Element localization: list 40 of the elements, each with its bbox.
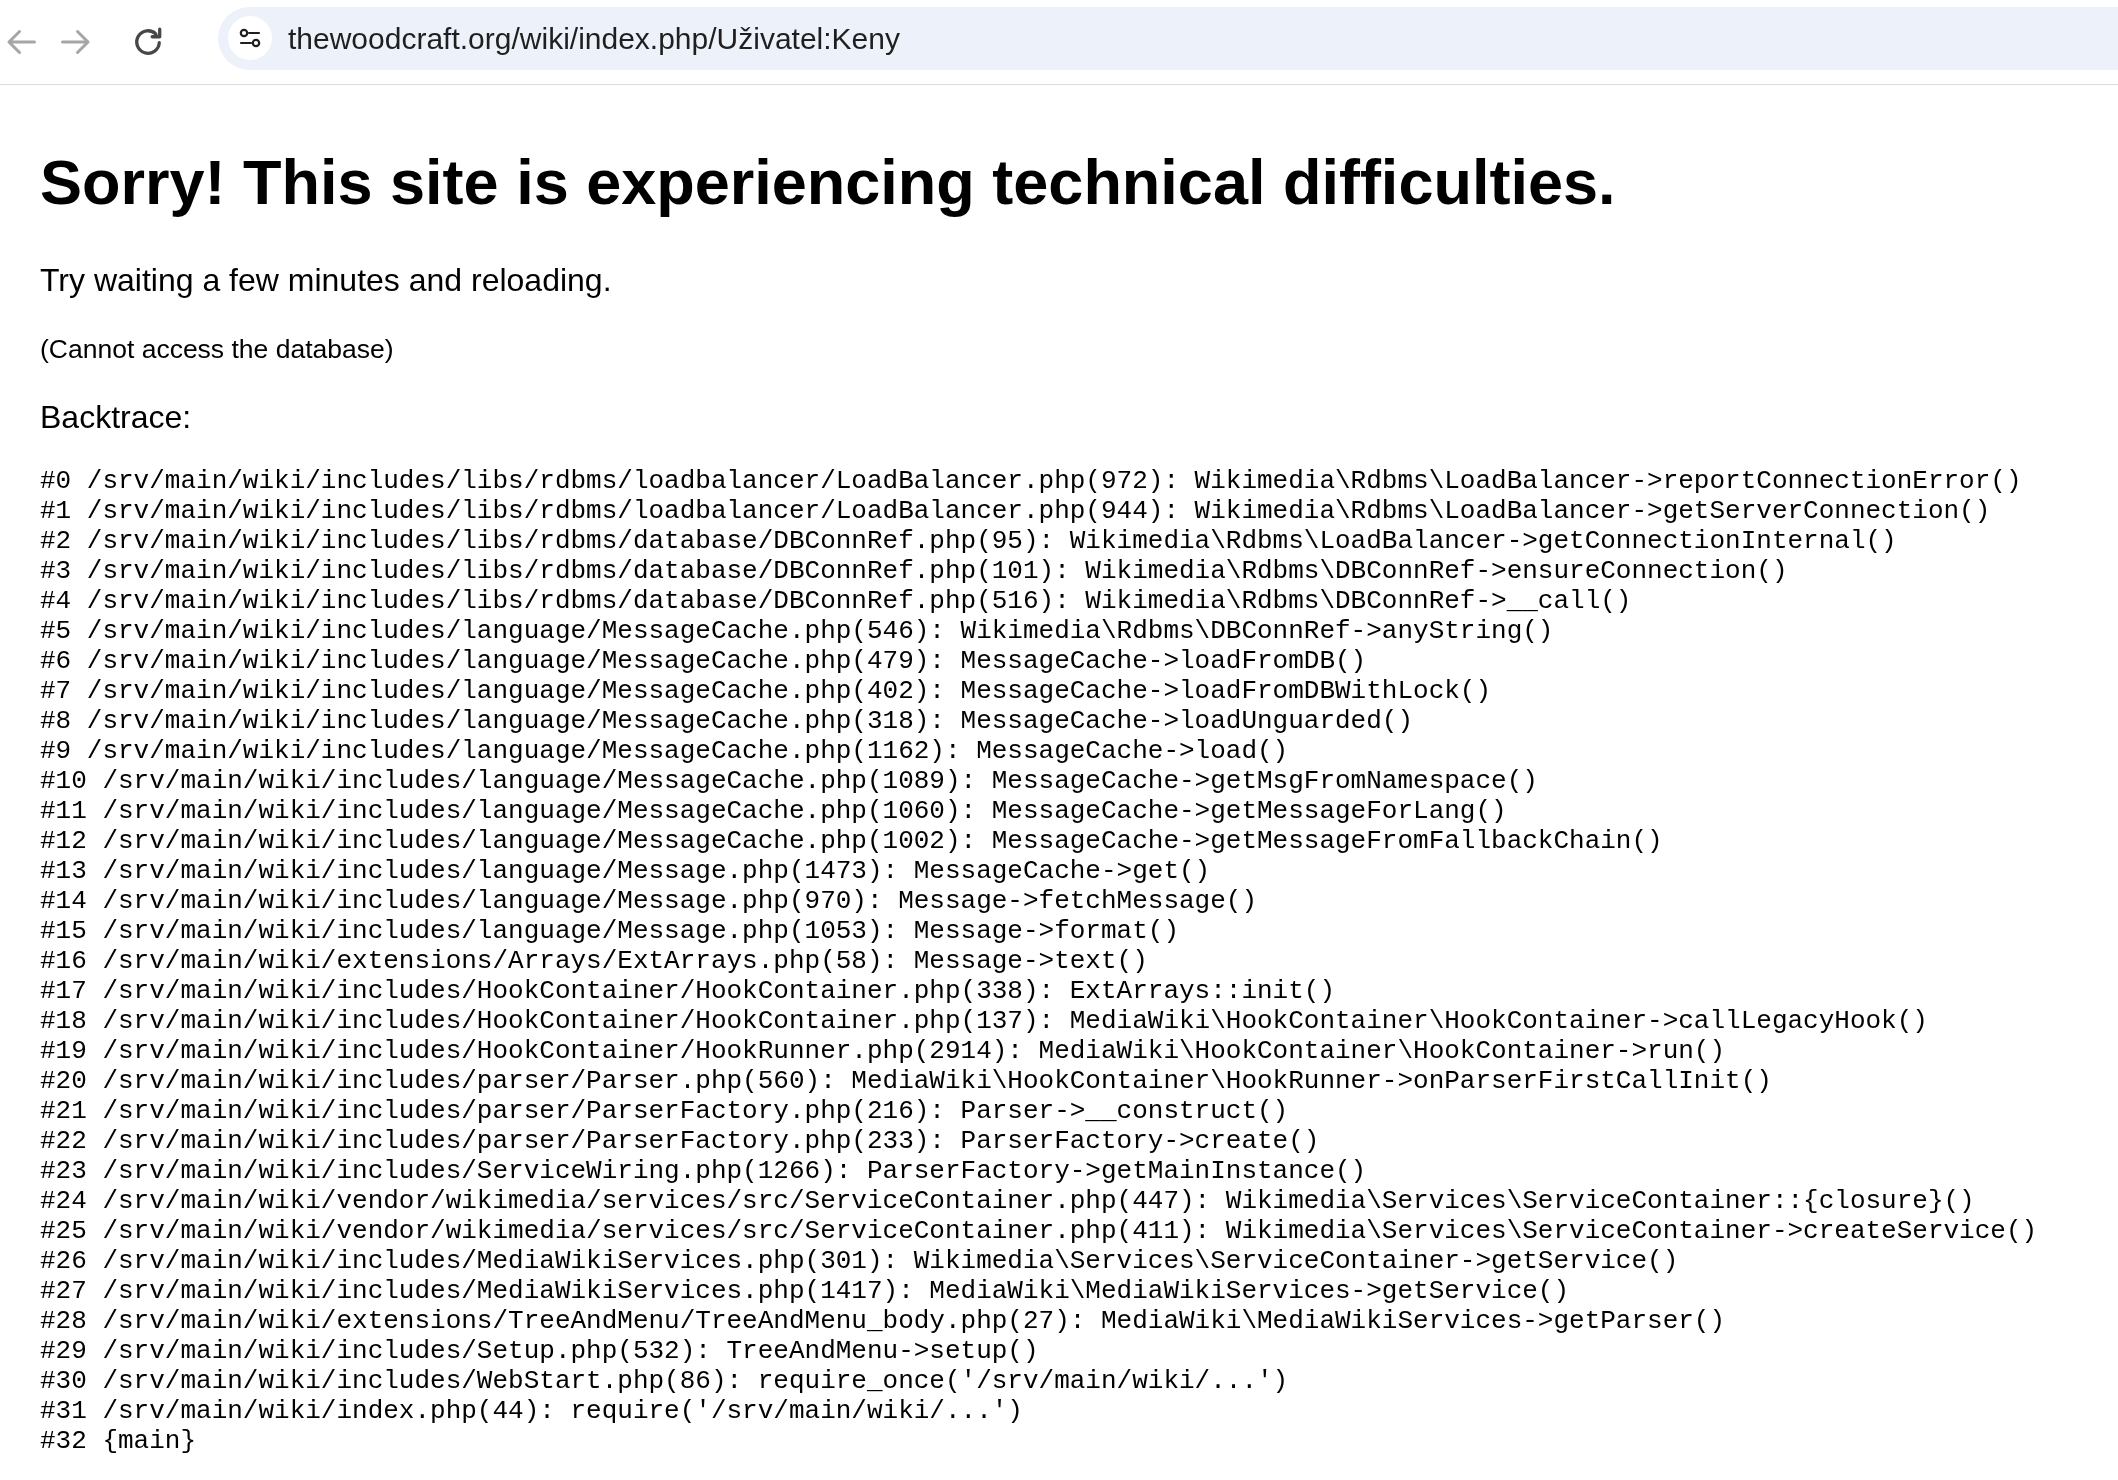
backtrace-line: #7 /srv/main/wiki/includes/language/MessageCache.php(402): MessageCache->loadFromDBWithLock()	[40, 676, 1492, 707]
backtrace-line: #2 /srv/main/wiki/includes/libs/rdbms/database/DBConnRef.php(95): Wikimedia\Rdbms\LoadBalancer->getConnectionInternal()	[40, 526, 1897, 557]
error-detail: (Cannot access the database)	[40, 334, 394, 366]
backtrace-line: #14 /srv/main/wiki/includes/language/Message.php(970): Message->fetchMessage()	[40, 886, 1257, 917]
backtrace-line: #18 /srv/main/wiki/includes/HookContainer/HookContainer.php(137): MediaWiki\HookContainer\HookContainer->callLegacyHook()	[40, 1006, 1928, 1037]
backtrace-line: #4 /srv/main/wiki/includes/libs/rdbms/database/DBConnRef.php(516): Wikimedia\Rdbms\DBConnRef->__call()	[40, 586, 1632, 617]
backtrace-line: #26 /srv/main/wiki/includes/MediaWikiServices.php(301): Wikimedia\Services\ServiceContainer->getService()	[40, 1246, 1679, 1277]
backtrace-line: #5 /srv/main/wiki/includes/language/MessageCache.php(546): Wikimedia\Rdbms\DBConnRef->anyString()	[40, 616, 1554, 647]
backtrace-line: #30 /srv/main/wiki/includes/WebStart.php(86): require_once('/srv/main/wiki/...')	[40, 1366, 1289, 1397]
backtrace-line: #10 /srv/main/wiki/includes/language/MessageCache.php(1089): MessageCache->getMsgFromNamespace()	[40, 766, 1538, 797]
backtrace-line: #8 /srv/main/wiki/includes/language/MessageCache.php(318): MessageCache->loadUnguarded()	[40, 706, 1414, 737]
backtrace-line: #12 /srv/main/wiki/includes/language/MessageCache.php(1002): MessageCache->getMessageFromFallbackChain()	[40, 826, 1663, 857]
backtrace-line: #28 /srv/main/wiki/extensions/TreeAndMenu/TreeAndMenu_body.php(27): MediaWiki\MediaWikiServices->getParser()	[40, 1306, 1726, 1337]
backtrace-line: #19 /srv/main/wiki/includes/HookContainer/HookRunner.php(2914): MediaWiki\HookContainer\HookContainer->run()	[40, 1036, 1726, 1067]
backtrace-line: #21 /srv/main/wiki/includes/parser/ParserFactory.php(216): Parser->__construct()	[40, 1096, 1289, 1127]
address-bar[interactable]: thewoodcraft.org/wiki/index.php/Uživatel:Keny	[218, 6, 2118, 70]
site-settings-icon[interactable]	[228, 16, 272, 60]
backtrace-line: #11 /srv/main/wiki/includes/language/MessageCache.php(1060): MessageCache->getMessageForLang()	[40, 796, 1507, 827]
backtrace-line: #24 /srv/main/wiki/vendor/wikimedia/services/src/ServiceContainer.php(447): Wikimedia\Services\ServiceContainer::{closure}()	[40, 1186, 1975, 1217]
backtrace-line: #16 /srv/main/wiki/extensions/Arrays/ExtArrays.php(58): Message->text()	[40, 946, 1148, 977]
backtrace-line: #15 /srv/main/wiki/includes/language/Message.php(1053): Message->format()	[40, 916, 1179, 947]
backtrace-heading: Backtrace:	[40, 397, 192, 437]
backtrace-line: #20 /srv/main/wiki/includes/parser/Parser.php(560): MediaWiki\HookContainer\HookRunner->onParserFirstCallInit()	[40, 1066, 1772, 1097]
backtrace-line: #0 /srv/main/wiki/includes/libs/rdbms/loadbalancer/LoadBalancer.php(972): Wikimedia\Rdbms\LoadBalancer->reportConnectionError()	[40, 466, 2022, 497]
backtrace-line: #9 /srv/main/wiki/includes/language/MessageCache.php(1162): MessageCache->load()	[40, 736, 1289, 767]
backtrace-line: #29 /srv/main/wiki/includes/Setup.php(532): TreeAndMenu->setup()	[40, 1336, 1039, 1367]
backtrace-line: #23 /srv/main/wiki/includes/ServiceWiring.php(1266): ParserFactory->getMainInstance()	[40, 1156, 1367, 1187]
backtrace-line: #31 /srv/main/wiki/index.php(44): require('/srv/main/wiki/...')	[40, 1396, 1023, 1427]
backtrace-line: #3 /srv/main/wiki/includes/libs/rdbms/database/DBConnRef.php(101): Wikimedia\Rdbms\DBConnRef->ensureConnection()	[40, 556, 1788, 587]
backtrace-line: #17 /srv/main/wiki/includes/HookContainer/HookContainer.php(338): ExtArrays::init()	[40, 976, 1335, 1007]
backtrace-line: #25 /srv/main/wiki/vendor/wikimedia/services/src/ServiceContainer.php(411): Wikimedia\Services\ServiceContainer->createService()	[40, 1216, 2038, 1247]
backtrace-line: #13 /srv/main/wiki/includes/language/Message.php(1473): MessageCache->get()	[40, 856, 1211, 887]
backtrace-line: #22 /srv/main/wiki/includes/parser/ParserFactory.php(233): ParserFactory->create()	[40, 1126, 1320, 1157]
backtrace-line: #1 /srv/main/wiki/includes/libs/rdbms/loadbalancer/LoadBalancer.php(944): Wikimedia\Rdbms\LoadBalancer->getServerConnection()	[40, 496, 1991, 527]
backtrace-line: #6 /srv/main/wiki/includes/language/MessageCache.php(479): MessageCache->loadFromDB()	[40, 646, 1367, 677]
error-message: Try waiting a few minutes and reloading.	[40, 260, 612, 299]
backtrace-line: #27 /srv/main/wiki/includes/MediaWikiServices.php(1417): MediaWiki\MediaWikiServices->getService()	[40, 1276, 1570, 1307]
reload-icon[interactable]	[133, 27, 163, 57]
error-heading: Sorry! This site is experiencing technical difficulties.	[40, 146, 1616, 219]
backtrace-line: #32 {main}	[40, 1426, 197, 1457]
